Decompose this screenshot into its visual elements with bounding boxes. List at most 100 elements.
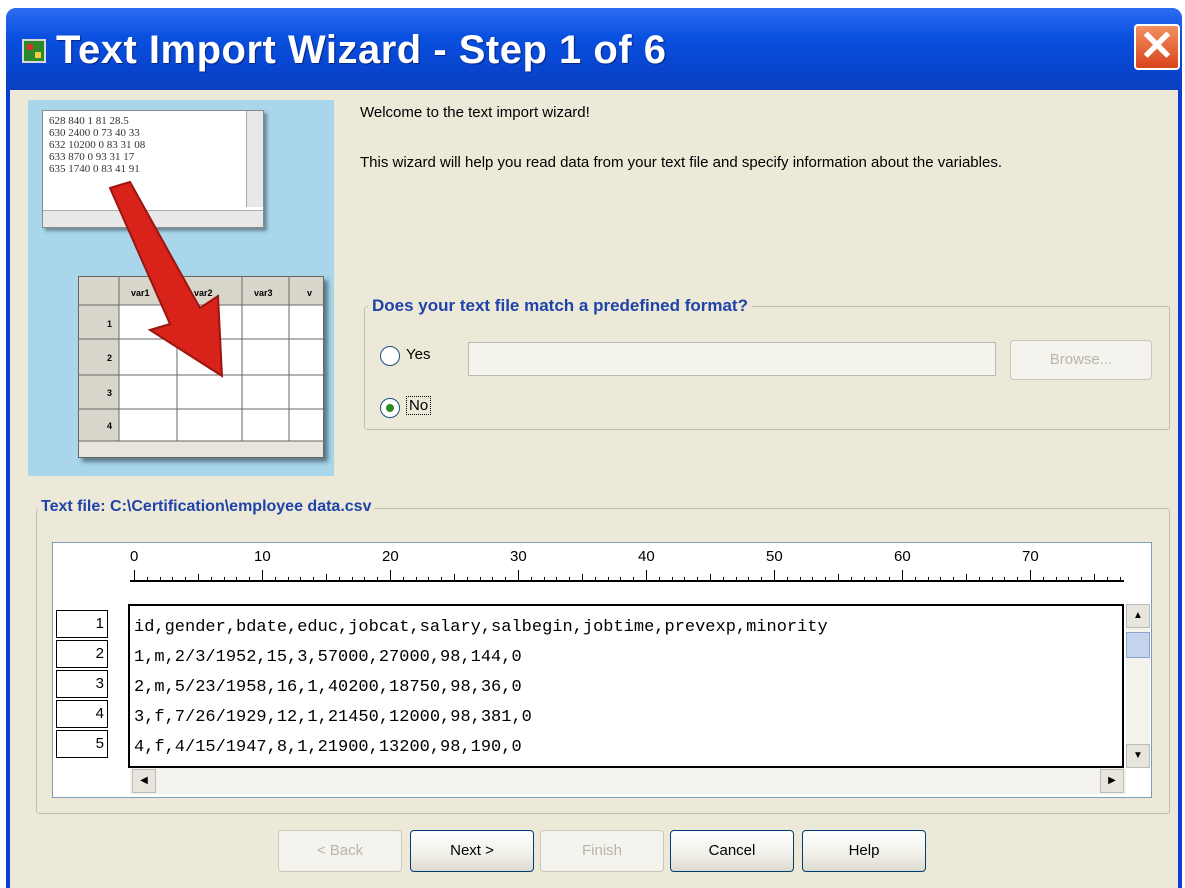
illustration-col-label: v bbox=[307, 288, 312, 298]
ruler-tick bbox=[300, 577, 302, 582]
ruler-tick bbox=[185, 577, 187, 582]
ruler-tick bbox=[774, 570, 775, 582]
illustration-line: 633 870 0 93 31 17 bbox=[49, 151, 135, 163]
vertical-scrollbar[interactable]: ▲ ▼ bbox=[1126, 604, 1150, 768]
ruler-tick bbox=[262, 570, 263, 582]
ruler-tick bbox=[607, 577, 609, 582]
scroll-down-icon[interactable]: ▼ bbox=[1126, 744, 1150, 768]
preview-line: 2,m,5/23/1958,16,1,40200,18750,98,36,0 bbox=[134, 678, 522, 697]
ruler-tick bbox=[889, 577, 891, 582]
illustration-line: 635 1740 0 83 41 91 bbox=[49, 163, 140, 175]
row-number: 3 bbox=[56, 670, 108, 698]
ruler-tick bbox=[1004, 577, 1006, 582]
close-icon: ✕ bbox=[1139, 22, 1175, 69]
ruler-tick bbox=[172, 577, 174, 582]
ruler-tick bbox=[364, 577, 366, 582]
ruler-tick bbox=[940, 577, 942, 582]
text-file-preview[interactable]: id,gender,bdate,educ,jobcat,salary,salbe… bbox=[128, 604, 1124, 768]
ruler-tick bbox=[236, 577, 238, 582]
scroll-left-icon[interactable]: ◀ bbox=[132, 769, 156, 793]
no-radio[interactable] bbox=[380, 398, 400, 418]
red-arrow-icon bbox=[108, 180, 224, 378]
ruler-tick bbox=[786, 577, 788, 582]
help-button[interactable]: Help bbox=[802, 830, 926, 872]
ruler-tick bbox=[198, 574, 199, 582]
ruler-tick bbox=[1081, 577, 1083, 582]
ruler-tick bbox=[658, 577, 660, 582]
browse-button[interactable]: Browse... bbox=[1010, 340, 1152, 380]
ruler-tick bbox=[953, 577, 955, 582]
ruler-tick bbox=[876, 577, 878, 582]
ruler-tick bbox=[991, 577, 993, 582]
illustration-col-label: var3 bbox=[254, 288, 273, 298]
illustration-row-label: 4 bbox=[107, 421, 112, 431]
finish-button[interactable]: Finish bbox=[540, 830, 664, 872]
scroll-right-icon[interactable]: ▶ bbox=[1100, 769, 1124, 793]
ruler-tick bbox=[1055, 577, 1057, 582]
column-ruler: 0 10 20 30 40 50 60 70 bbox=[130, 548, 1130, 588]
scroll-up-icon[interactable]: ▲ bbox=[1126, 604, 1150, 628]
ruler-tick bbox=[582, 574, 583, 582]
preview-line: 3,f,7/26/1929,12,1,21450,12000,98,381,0 bbox=[134, 708, 532, 727]
welcome-text: Welcome to the text import wizard! bbox=[360, 104, 590, 121]
ruler-tick bbox=[326, 574, 327, 582]
ruler-tick bbox=[146, 577, 148, 582]
title-bar[interactable]: Text Import Wizard - Step 1 of 6 ✕ bbox=[6, 8, 1182, 90]
ruler-tick bbox=[210, 577, 212, 582]
scroll-thumb[interactable] bbox=[1126, 632, 1150, 658]
row-number: 1 bbox=[56, 610, 108, 638]
ruler-tick bbox=[799, 577, 801, 582]
ruler-tick bbox=[863, 577, 865, 582]
format-path-input[interactable] bbox=[468, 342, 996, 376]
ruler-tick bbox=[159, 577, 161, 582]
ruler-tick bbox=[466, 577, 468, 582]
predefined-format-legend: Does your text file match a predefined f… bbox=[368, 296, 752, 316]
ruler-tick bbox=[966, 574, 967, 582]
ruler-tick bbox=[812, 577, 814, 582]
ruler-tick bbox=[710, 574, 711, 582]
ruler-tick bbox=[671, 577, 673, 582]
ruler-tick bbox=[505, 577, 507, 582]
next-button[interactable]: Next > bbox=[410, 830, 534, 872]
ruler-tick bbox=[1119, 577, 1121, 582]
ruler-tick bbox=[1030, 570, 1031, 582]
ruler-tick bbox=[479, 577, 481, 582]
preview-line: id,gender,bdate,educ,jobcat,salary,salbe… bbox=[134, 618, 828, 637]
preview-line: 4,f,4/15/1947,8,1,21900,13200,98,190,0 bbox=[134, 738, 522, 757]
ruler-tick bbox=[569, 577, 571, 582]
ruler-tick bbox=[914, 577, 916, 582]
ruler-tick bbox=[1042, 577, 1044, 582]
ruler-tick bbox=[722, 577, 724, 582]
ruler-tick bbox=[556, 577, 558, 582]
ruler-tick bbox=[518, 570, 519, 582]
ruler-tick bbox=[390, 570, 391, 582]
row-number: 2 bbox=[56, 640, 108, 668]
ruler-tick bbox=[1094, 574, 1095, 582]
yes-radio-label[interactable]: Yes bbox=[406, 346, 430, 363]
back-button[interactable]: < Back bbox=[278, 830, 402, 872]
ruler-tick bbox=[134, 570, 135, 582]
ruler-label: 0 bbox=[130, 548, 139, 565]
text-file-path: Text file: C:\Certification\employee dat… bbox=[38, 498, 375, 516]
close-button[interactable]: ✕ bbox=[1134, 22, 1180, 70]
ruler-tick bbox=[338, 577, 340, 582]
ruler-label: 30 bbox=[510, 548, 527, 565]
ruler-tick bbox=[415, 577, 417, 582]
horizontal-scrollbar[interactable]: ◀ ▶ bbox=[130, 768, 1126, 794]
window-title: Text Import Wizard - Step 1 of 6 bbox=[56, 28, 667, 72]
ruler-tick bbox=[633, 577, 635, 582]
ruler-tick bbox=[594, 577, 596, 582]
ruler-tick bbox=[543, 577, 545, 582]
ruler-tick bbox=[838, 574, 839, 582]
preview-line: 1,m,2/3/1952,15,3,57000,27000,98,144,0 bbox=[134, 648, 522, 667]
ruler-label: 50 bbox=[766, 548, 783, 565]
ruler-label: 40 bbox=[638, 548, 655, 565]
ruler-tick bbox=[620, 577, 622, 582]
yes-radio[interactable] bbox=[380, 346, 400, 366]
row-number: 4 bbox=[56, 700, 108, 728]
cancel-button[interactable]: Cancel bbox=[670, 830, 794, 872]
ruler-tick bbox=[646, 570, 647, 582]
ruler-tick bbox=[748, 577, 750, 582]
ruler-tick bbox=[684, 577, 686, 582]
no-radio-label[interactable]: No bbox=[406, 396, 432, 415]
